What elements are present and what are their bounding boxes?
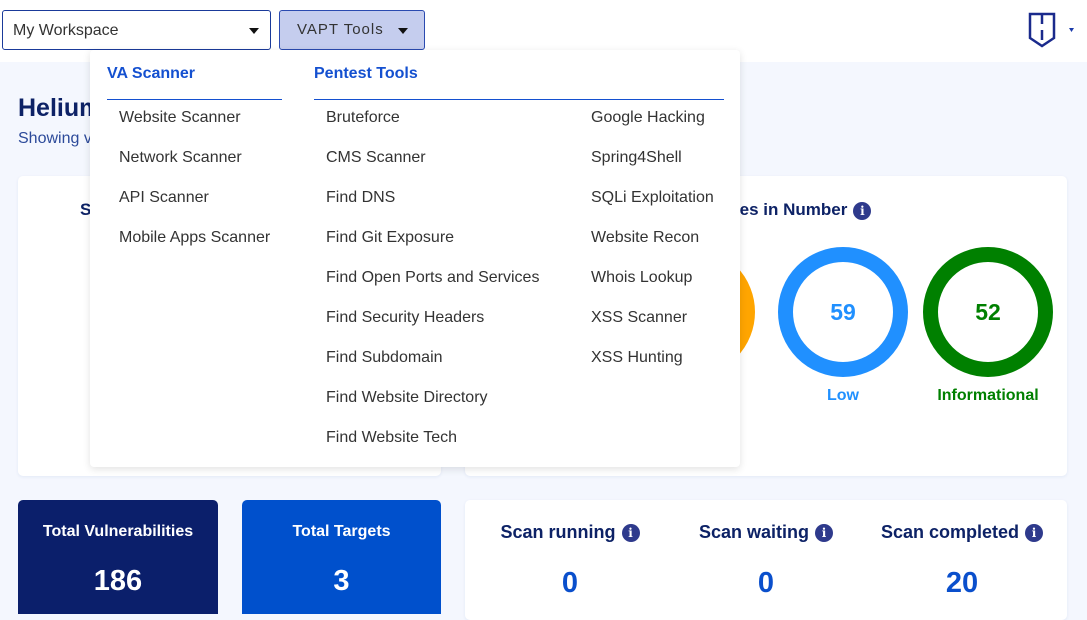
scan-value: 0 (561, 567, 579, 599)
menu-item-find-security-headers[interactable]: Find Security Headers (326, 309, 484, 327)
menu-item-api-scanner[interactable]: API Scanner (119, 189, 209, 207)
scan-running: Scan running i 0 (470, 522, 670, 600)
scan-completed: Scan completed i 20 (862, 522, 1062, 600)
menu-item-xss-hunting[interactable]: XSS Hunting (591, 349, 683, 367)
va-scanner-heading: VA Scanner (107, 65, 282, 100)
stat-value: 3 (333, 565, 350, 597)
chevron-down-icon (249, 28, 259, 34)
scan-label: Scan waiting (698, 522, 810, 542)
vapt-tools-button[interactable]: VAPT Tools (279, 10, 425, 50)
pentest-tools-heading: Pentest Tools (314, 65, 724, 100)
menu-item-sqli-exploitation[interactable]: SQLi Exploitation (591, 189, 714, 207)
menu-item-find-git-exposure[interactable]: Find Git Exposure (326, 229, 454, 247)
total-targets-card[interactable]: Total Targets 3 (242, 500, 441, 614)
severity-ring: 59 (778, 247, 908, 377)
stat-label: Total Targets (292, 523, 391, 540)
menu-item-find-subdomain[interactable]: Find Subdomain (326, 349, 443, 367)
vapt-tools-dropdown: VA Scanner Pentest Tools Website Scanner… (90, 50, 740, 467)
user-menu[interactable] (1028, 12, 1078, 53)
workspace-select[interactable]: My Workspace (2, 10, 271, 50)
scan-waiting: Scan waiting i 0 (666, 522, 866, 600)
menu-item-find-website-directory[interactable]: Find Website Directory (326, 389, 488, 407)
page-subtitle: Showing v (18, 130, 92, 147)
stat-label: Total Vulnerabilities (42, 523, 194, 540)
menu-item-google-hacking[interactable]: Google Hacking (591, 109, 705, 127)
menu-item-find-dns[interactable]: Find DNS (326, 189, 395, 207)
menu-item-network-scanner[interactable]: Network Scanner (119, 149, 242, 167)
severity-label: Low (827, 387, 859, 404)
page-title: Helium (18, 94, 102, 122)
menu-item-bruteforce[interactable]: Bruteforce (326, 109, 400, 127)
menu-item-website-scanner[interactable]: Website Scanner (119, 109, 241, 127)
menu-item-whois-lookup[interactable]: Whois Lookup (591, 269, 692, 287)
info-icon[interactable]: i (621, 524, 640, 543)
menu-item-website-recon[interactable]: Website Recon (591, 229, 699, 247)
menu-item-spring4shell[interactable]: Spring4Shell (591, 149, 682, 167)
menu-item-xss-scanner[interactable]: XSS Scanner (591, 309, 687, 327)
total-vulnerabilities-card[interactable]: Total Vulnerabilities 186 (18, 500, 218, 614)
severity-ring: 52 (923, 247, 1053, 377)
vapt-tools-label: VAPT Tools (297, 21, 384, 38)
scan-value: 0 (757, 567, 775, 599)
scan-label: Scan running (500, 522, 616, 542)
info-icon[interactable]: i (853, 201, 872, 220)
menu-item-find-website-tech[interactable]: Find Website Tech (326, 429, 457, 447)
shield-logo-icon (1028, 12, 1074, 48)
menu-item-cms-scanner[interactable]: CMS Scanner (326, 149, 426, 167)
severity-label: Informational (937, 387, 1039, 404)
menu-item-find-open-ports-and-services[interactable]: Find Open Ports and Services (326, 269, 539, 287)
menu-item-mobile-apps-scanner[interactable]: Mobile Apps Scanner (119, 229, 270, 247)
scan-label: Scan completed (880, 522, 1020, 542)
stat-value: 186 (93, 565, 143, 597)
info-icon[interactable]: i (1025, 524, 1044, 543)
workspace-value: My Workspace (13, 22, 119, 39)
scan-value: 20 (945, 567, 979, 599)
info-icon[interactable]: i (815, 524, 834, 543)
chevron-down-icon (398, 28, 408, 34)
